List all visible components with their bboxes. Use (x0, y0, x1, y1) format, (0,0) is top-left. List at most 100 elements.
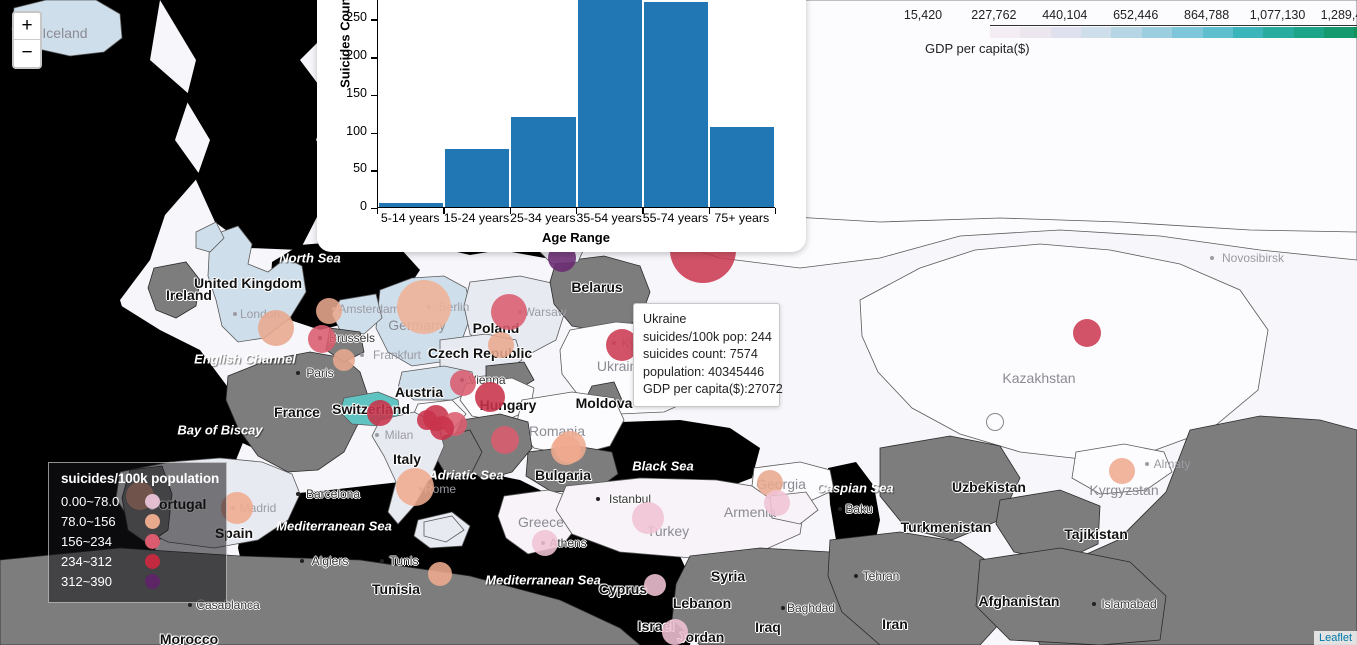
gdp-ramp-segment (1323, 27, 1355, 38)
gdp-ramp-segment (1232, 27, 1264, 38)
gdp-tick-label: 15,420 (903, 8, 943, 22)
gdp-color-ramp (990, 27, 1357, 38)
chart-bars[interactable] (378, 0, 776, 207)
legend-item-range: 156~234 (61, 533, 112, 549)
chart-inner: 050100150200250300350 5-14 years15-24 ye… (317, 0, 806, 252)
gdp-ramp-segment (1111, 27, 1142, 38)
chart-y-tick-mark (371, 57, 377, 59)
legend-item-swatch (145, 553, 160, 569)
chart-plot-area (377, 0, 776, 208)
chart-y-axis-title: Suicides Count (337, 0, 353, 88)
suicide-rate-bubble[interactable] (986, 413, 1004, 431)
gdp-ramp-segment (1202, 27, 1233, 38)
chart-bar[interactable] (708, 127, 776, 207)
chart-x-tick-mark (775, 208, 777, 214)
legend-item-swatch (145, 573, 160, 589)
gdp-ramp-segment (990, 27, 1021, 38)
gdp-tick-labels: 15,420 227,762 440,104 652,446 864,788 1,077,… (903, 8, 1357, 23)
chart-x-category-label: 15-24 years (443, 211, 510, 225)
suicide-rate-bubble[interactable] (475, 382, 505, 412)
chart-bar[interactable] (378, 203, 445, 207)
chart-y-tick-mark (371, 19, 377, 21)
suicide-rate-bubble[interactable] (397, 280, 451, 334)
suicide-rate-bubble[interactable] (632, 502, 664, 534)
gdp-ramp-segment (1172, 27, 1203, 38)
legend-item-range: 78.0~156 (61, 513, 116, 529)
chart-x-category-label: 25-34 years (510, 211, 576, 225)
legend-rows: 0.00~78.0 78.0~156 156~234 234~312 312~390 (61, 491, 216, 591)
gdp-tick-label: 227,762 (971, 8, 1017, 22)
tooltip-suicide-count: suicides count: 7574 (643, 347, 758, 362)
map-application: .water { fill:#000000; } .nodata { fill:… (0, 0, 1357, 645)
zoom-control[interactable]: + − (12, 11, 42, 69)
chart-x-category-label: 75+ years (714, 211, 770, 225)
suicide-rate-bubble[interactable] (417, 410, 437, 430)
suicide-rate-bubble[interactable] (1109, 458, 1135, 484)
suicide-rate-bubble[interactable] (662, 619, 688, 645)
chart-bar[interactable] (444, 148, 511, 207)
legend-item-range: 312~390 (61, 573, 112, 589)
chart-x-category-label: 5-14 years (380, 211, 440, 225)
legend-item-range: 234~312 (61, 553, 112, 569)
suicide-rate-bubble[interactable] (644, 574, 666, 596)
suicide-rate-bubble[interactable] (396, 468, 434, 506)
chart-bar[interactable] (642, 1, 709, 207)
zoom-out-button[interactable]: − (14, 40, 40, 67)
chart-y-tick-label: 50 (353, 161, 367, 176)
suicide-rate-bubble[interactable] (488, 332, 514, 358)
suicide-rate-bubble[interactable] (491, 426, 519, 454)
chart-x-tick-labels: 5-14 years 15-24 years 25-34 years 35-54 ye… (377, 211, 775, 225)
gdp-tick-label: 864,788 (1184, 8, 1230, 22)
chart-bar[interactable] (510, 117, 577, 207)
chart-bar[interactable] (576, 0, 643, 207)
gdp-tick-label: 1,289,472 (1320, 8, 1357, 22)
gdp-axis-line (990, 25, 1357, 26)
suicide-rate-bubble[interactable] (1073, 319, 1101, 347)
legend-title: suicides/100k population (61, 471, 220, 486)
chart-y-tick-label: 0 (360, 199, 367, 213)
suicide-rate-bubble[interactable] (491, 294, 527, 330)
zoom-in-button[interactable]: + (14, 13, 40, 40)
country-tooltip: Ukraine suicides/100k pop: 244 suicides … (633, 303, 783, 408)
gdp-ramp-segment (1293, 27, 1324, 38)
chart-x-axis-title: Age Range (542, 230, 610, 245)
gdp-colorbar-legend: 15,420 227,762 440,104 652,446 864,788 1,077,… (903, 8, 1357, 56)
suicide-rate-bubble[interactable] (367, 400, 393, 426)
suicide-rate-bubble[interactable] (308, 325, 336, 353)
age-range-chart-panel[interactable]: 050100150200250300350 5-14 years15-24 ye… (317, 0, 806, 252)
legend-item-swatch (145, 493, 160, 509)
tooltip-population: population: 40345446 (643, 364, 765, 379)
gdp-ramp-segment (1081, 27, 1112, 38)
tooltip-gdp: GDP per capita($):27072 (643, 381, 783, 396)
suicide-rate-bubble[interactable] (316, 298, 342, 324)
chart-x-category-label: 35-54 years (576, 211, 642, 225)
gdp-caption: GDP per capita($) (925, 41, 1030, 56)
gdp-ramp-segment (1263, 27, 1294, 38)
chart-y-tick-mark (371, 94, 377, 97)
legend-item: 0.00~78.0 (61, 491, 216, 511)
gdp-tick-label: 440,104 (1042, 8, 1088, 22)
gdp-ramp-segment (1050, 27, 1082, 38)
tooltip-suicide-rate: suicides/100k pop: 244 (643, 330, 772, 345)
chart-y-tick-mark (371, 132, 377, 134)
suicide-rate-bubble[interactable] (333, 349, 355, 371)
legend-item-range: 0.00~78.0 (61, 493, 120, 509)
legend-item-swatch (145, 513, 160, 529)
legend-item: 156~234 (61, 531, 216, 551)
gdp-tick-label: 1,077,130 (1249, 8, 1306, 22)
gdp-tick-label: 652,446 (1113, 8, 1159, 22)
suicide-rate-bubble[interactable] (450, 370, 476, 396)
suicide-rate-bubble[interactable] (428, 562, 452, 586)
chart-y-tick-mark (371, 170, 377, 172)
legend-item: 78.0~156 (61, 511, 216, 531)
suicide-rate-bubble[interactable] (532, 530, 558, 556)
suicide-rate-legend: suicides/100k population 0.00~78.0 78.0~1… (48, 462, 227, 603)
legend-item: 312~390 (61, 571, 216, 591)
gdp-ramp-segment (1020, 27, 1051, 38)
tooltip-country-name: Ukraine (643, 312, 687, 326)
chart-x-category-label: 55-74 years (642, 211, 709, 225)
suicide-rate-bubble[interactable] (551, 435, 581, 465)
leaflet-attribution[interactable]: Leaflet (1313, 631, 1357, 645)
suicide-rate-bubble[interactable] (258, 310, 294, 346)
suicide-rate-bubble[interactable] (764, 490, 790, 516)
